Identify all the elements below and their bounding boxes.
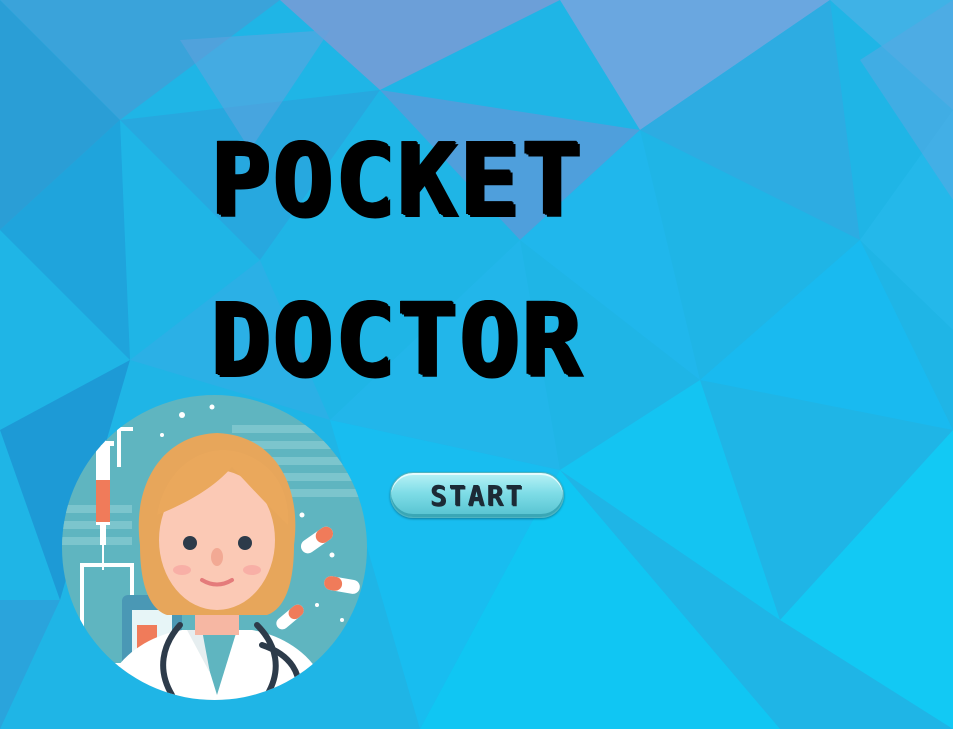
doctor-avatar-icon: [62, 395, 367, 700]
game-title-line-2: DOCTOR: [210, 281, 584, 398]
start-button-label: START: [429, 478, 525, 512]
game-title-line-1: POCKET: [210, 121, 584, 238]
start-button[interactable]: START: [390, 472, 564, 518]
